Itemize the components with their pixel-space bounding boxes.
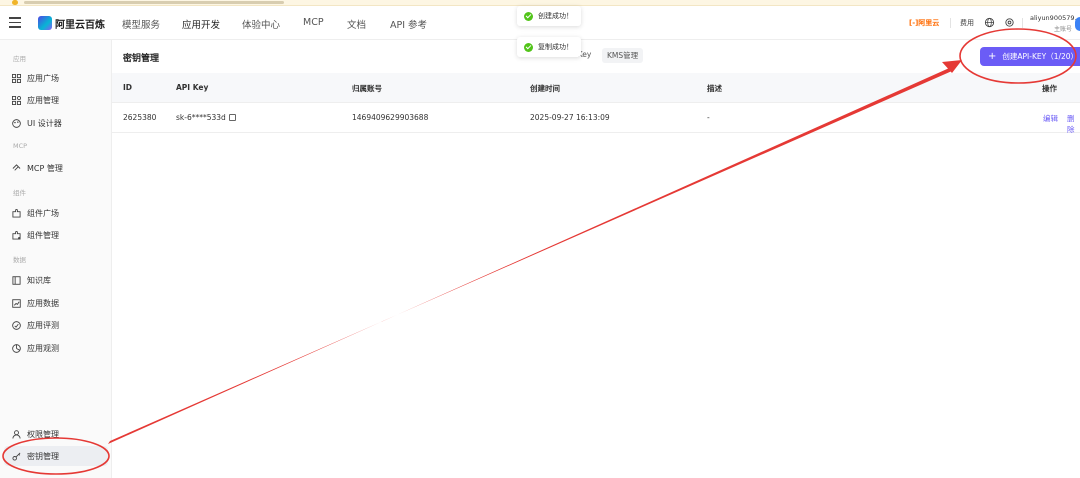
create-api-key-label: 创建API-KEY（1/20） <box>1002 52 1079 61</box>
puzzle-icon <box>12 208 21 218</box>
api-key-value: sk-6****533d <box>176 113 226 122</box>
toast-text: 创建成功！ <box>538 12 573 20</box>
bailian-logo-icon <box>38 16 52 30</box>
table-header: ID API Key 归属账号 创建时间 描述 操作 <box>112 73 1080 103</box>
divider <box>950 18 951 28</box>
nav-api-ref[interactable]: API 参考 <box>390 17 427 31</box>
column-header-created: 创建时间 <box>530 84 560 93</box>
sidebar-item-ui-designer[interactable]: UI 设计器 <box>12 116 62 130</box>
sidebar-item-key-manage[interactable]: 密钥管理 <box>4 446 108 466</box>
check-circle-icon <box>524 42 533 52</box>
api-key-table: ID API Key 归属账号 创建时间 描述 操作 2625380 sk-6*… <box>112 73 1080 135</box>
table-row: 2625380 sk-6****533d 1469409629903688 20… <box>112 103 1080 135</box>
column-header-actions: 操作 <box>1042 84 1057 93</box>
notice-icon <box>12 0 18 5</box>
palette-icon <box>12 118 21 128</box>
sidebar-item-label: 权限管理 <box>27 429 59 439</box>
edit-link[interactable]: 编辑 <box>1043 113 1058 124</box>
sidebar-item-app-square[interactable]: 应用广场 <box>12 71 59 85</box>
grid-icon <box>12 73 21 83</box>
delete-link[interactable]: 删除 <box>1067 113 1080 135</box>
group-label-mcp: MCP <box>13 142 28 150</box>
sidebar-item-permission[interactable]: 权限管理 <box>12 427 59 441</box>
sidebar-item-label: UI 设计器 <box>27 118 62 128</box>
sidebar-item-label: 密钥管理 <box>27 451 59 461</box>
tab-kms[interactable]: KMS管理 <box>602 48 644 63</box>
nav-experience[interactable]: 体验中心 <box>242 17 280 31</box>
group-label-app: 应用 <box>13 55 26 63</box>
group-label-component: 组件 <box>13 189 26 197</box>
column-header-description: 描述 <box>707 84 722 93</box>
key-icon <box>12 452 21 461</box>
check-circle-icon <box>524 11 533 21</box>
sidebar-item-knowledge[interactable]: 知识库 <box>12 273 51 287</box>
evaluate-icon <box>12 320 21 330</box>
nav-docs[interactable]: 文档 <box>347 17 366 31</box>
component-icon <box>12 230 21 240</box>
menu-toggle-icon[interactable] <box>9 17 21 29</box>
toast-text: 复制成功！ <box>538 43 573 51</box>
cell-account: 1469409629903688 <box>352 113 429 122</box>
sidebar-item-label: 组件管理 <box>27 230 59 240</box>
create-api-key-button[interactable]: + 创建API-KEY（1/20） <box>980 47 1080 66</box>
plus-icon: + <box>988 51 997 62</box>
sidebar-item-app-observe[interactable]: 应用观测 <box>12 341 59 355</box>
sidebar-item-mcp-manage[interactable]: MCP 管理 <box>12 161 63 175</box>
sidebar-item-label: 应用管理 <box>27 95 59 105</box>
nav-mcp[interactable]: MCP <box>303 17 324 28</box>
sidebar-item-app-eval[interactable]: 应用评测 <box>12 318 59 332</box>
toast-copy-success: 复制成功！ <box>517 37 581 57</box>
user-name[interactable]: aliyun900579... <box>1030 14 1080 22</box>
sidebar-item-app-data[interactable]: 应用数据 <box>12 296 59 310</box>
nav-model-service[interactable]: 模型服务 <box>122 17 160 31</box>
column-header-id: ID <box>123 83 133 92</box>
brand-name[interactable]: 阿里云百炼 <box>55 16 105 31</box>
sidebar-item-component-square[interactable]: 组件广场 <box>12 206 59 220</box>
column-header-account: 归属账号 <box>352 84 382 93</box>
sidebar-item-label: MCP 管理 <box>27 163 63 173</box>
user-role: 主账号 <box>1054 26 1073 33</box>
toast-create-success: 创建成功！ <box>517 6 581 26</box>
user-icon <box>12 429 21 439</box>
cell-created: 2025-09-27 16:13:09 <box>530 113 610 122</box>
sidebar-item-label: 组件广场 <box>27 208 59 218</box>
pie-icon <box>12 343 21 353</box>
sidebar-item-label: 应用广场 <box>27 73 59 83</box>
group-label-data: 数据 <box>13 256 26 264</box>
sidebar-item-app-manage[interactable]: 应用管理 <box>12 93 59 107</box>
divider <box>1022 18 1023 28</box>
avatar[interactable] <box>1075 17 1080 31</box>
column-header-api-key: API Key <box>176 83 209 92</box>
sidebar-item-label: 应用数据 <box>27 298 59 308</box>
sidebar-item-label: 应用评测 <box>27 320 59 330</box>
aliyun-logo[interactable]: [-]阿里云 <box>909 18 939 28</box>
mcp-icon <box>12 163 21 171</box>
notice-text <box>24 1 284 4</box>
sidebar-item-component-manage[interactable]: 组件管理 <box>12 228 59 242</box>
book-icon <box>12 275 21 285</box>
chart-icon <box>12 298 21 308</box>
sidebar-item-label: 知识库 <box>27 275 51 285</box>
sidebar: 应用 应用广场 应用管理 UI 设计器 MCP MCP 管理 组件 组件广场 组… <box>0 40 112 478</box>
sidebar-item-label: 应用观测 <box>27 343 59 353</box>
nav-app-dev[interactable]: 应用开发 <box>182 17 220 31</box>
copy-icon[interactable] <box>228 114 236 121</box>
page-title: 密钥管理 <box>123 54 160 64</box>
fee-link[interactable]: 费用 <box>960 18 974 28</box>
apps-icon <box>12 95 21 105</box>
cell-id: 2625380 <box>123 113 157 122</box>
settings-icon[interactable] <box>1004 17 1015 28</box>
main-content: 密钥管理 -Key KMS管理 + 创建API-KEY（1/20） ID API… <box>112 40 1080 478</box>
cell-description: - <box>707 113 710 122</box>
globe-icon[interactable] <box>984 17 995 28</box>
cell-api-key: sk-6****533d <box>176 113 236 122</box>
